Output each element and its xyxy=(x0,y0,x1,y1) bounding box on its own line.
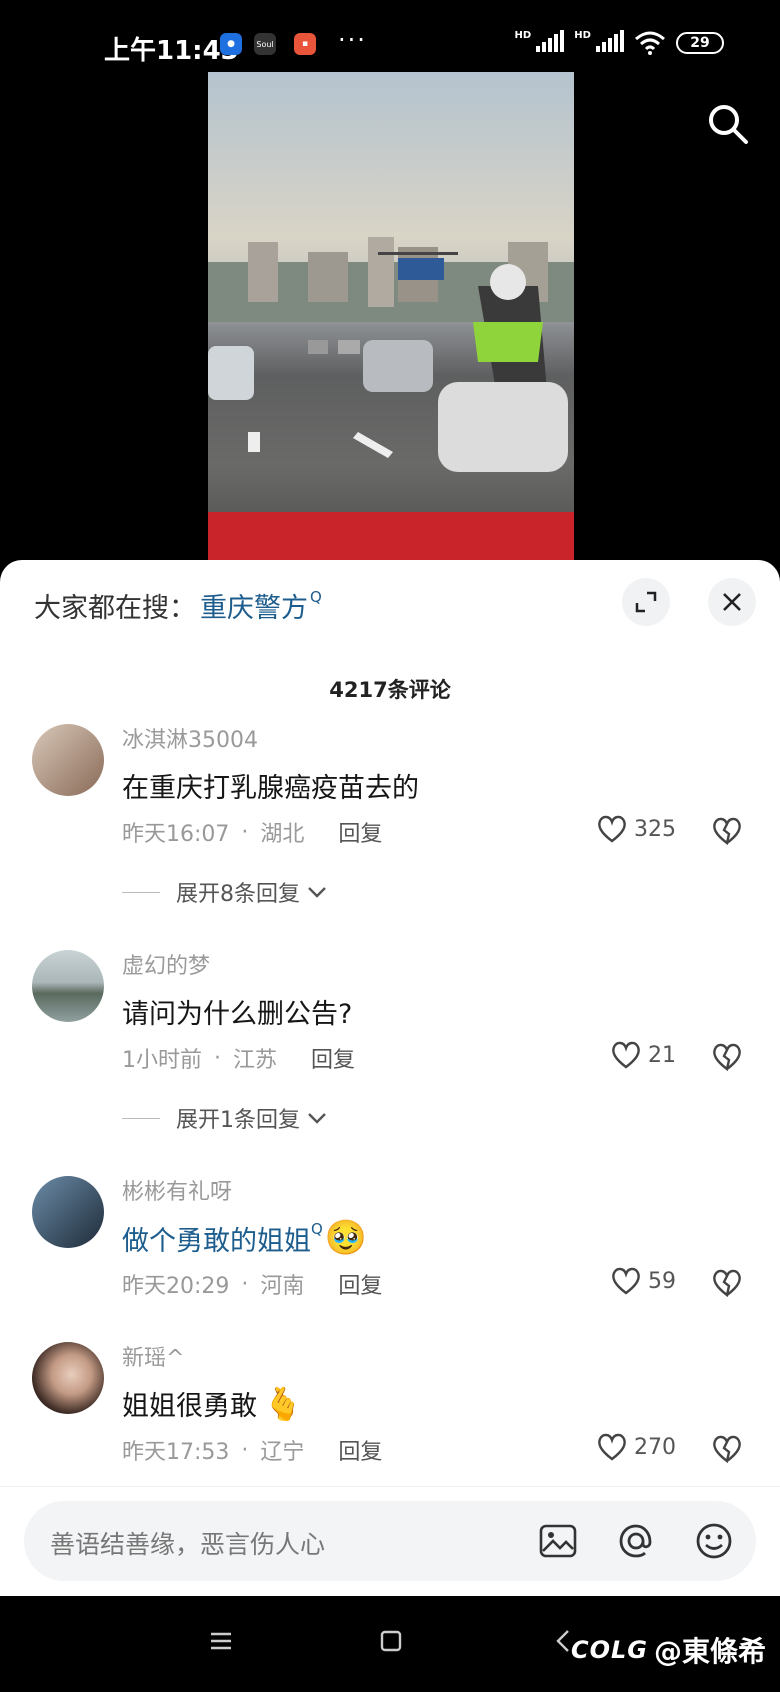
expand-replies-button[interactable]: 展开1条回复 xyxy=(122,1102,328,1134)
avatar[interactable] xyxy=(32,950,104,1022)
search-icon: Q xyxy=(311,1220,323,1238)
avatar[interactable] xyxy=(32,724,104,796)
comment-meta: 1小时前 · 江苏 回复 xyxy=(122,1042,355,1074)
comment-item: 虚幻的梦 请问为什么删公告? 1小时前 · 江苏 回复 21 展开1条回复 xyxy=(0,950,780,1160)
comment-text-label[interactable]: 姐姐很勇敢 xyxy=(122,1384,257,1423)
finger-heart-emoji-icon: 🫰 xyxy=(263,1384,303,1423)
like-button[interactable]: 270 xyxy=(596,1432,676,1462)
comment-location: 河南 xyxy=(260,1274,305,1299)
system-nav-bar: COLG @東條希 xyxy=(0,1596,780,1692)
reply-button[interactable]: 回复 xyxy=(311,1042,355,1074)
reply-button[interactable]: 回复 xyxy=(338,816,382,848)
expand-icon xyxy=(635,591,657,613)
comment-time: 1小时前 xyxy=(122,1048,202,1073)
like-count: 21 xyxy=(648,1042,676,1068)
comment-input-bar: 善语结善缘，恶言伤人心 xyxy=(0,1486,780,1596)
watermark: COLG @東條希 xyxy=(571,1630,766,1670)
video-frame[interactable] xyxy=(208,72,574,562)
comment-item: 冰淇淋35004 在重庆打乳腺癌疫苗去的 昨天16:07 · 湖北 回复 325… xyxy=(0,724,780,934)
comment-username[interactable]: 彬彬有礼呀 xyxy=(122,1174,232,1206)
expand-button[interactable] xyxy=(622,578,670,626)
comment-text[interactable]: 请问为什么删公告? xyxy=(122,992,352,1031)
battery-indicator: 29 xyxy=(676,32,724,54)
expand-replies-button[interactable]: 展开8条回复 xyxy=(122,876,328,908)
comment-sheet: 大家都在搜： 重庆警方 Q 4217条评论 冰淇淋35004 在重庆打乳腺癌疫苗… xyxy=(0,560,780,1596)
status-indicators: HD HD 29 xyxy=(514,30,724,56)
like-count: 270 xyxy=(634,1434,676,1460)
comment-meta: 昨天16:07 · 湖北 回复 xyxy=(122,816,382,848)
app-notification-icon: ● xyxy=(220,33,242,55)
comment-location: 湖北 xyxy=(260,822,305,847)
menu-icon[interactable] xyxy=(206,1626,236,1656)
hot-search-prefix: 大家都在搜： xyxy=(34,593,196,624)
close-button[interactable] xyxy=(708,578,756,626)
comment-meta: 昨天17:53 · 辽宁 回复 xyxy=(122,1434,382,1466)
at-icon[interactable] xyxy=(616,1521,656,1561)
comment-item: 彬彬有礼呀 做个勇敢的姐姐 Q 🥹 昨天20:29 · 河南 回复 59 xyxy=(0,1176,780,1326)
comment-item: 新瑶^ 姐姐很勇敢 🫰 昨天17:53 · 辽宁 回复 270 xyxy=(0,1342,780,1492)
comment-username[interactable]: 虚幻的梦 xyxy=(122,948,210,980)
search-icon[interactable] xyxy=(706,102,750,146)
wifi-icon xyxy=(635,31,665,55)
comment-location: 辽宁 xyxy=(260,1440,305,1465)
reply-button[interactable]: 回复 xyxy=(338,1268,382,1300)
heart-icon xyxy=(598,1433,626,1461)
status-bar: 上午11:43 ● Soul ▪ ··· HD HD 29 xyxy=(0,0,780,72)
comment-time: 昨天20:29 xyxy=(122,1274,230,1299)
comment-location: 江苏 xyxy=(233,1048,278,1073)
watermark-handle: @東條希 xyxy=(653,1635,766,1668)
heart-icon xyxy=(598,815,626,843)
like-button[interactable]: 325 xyxy=(596,814,676,844)
comment-time: 昨天16:07 xyxy=(122,822,230,847)
video-player[interactable] xyxy=(0,72,780,562)
hot-search-term-label[interactable]: 重庆警方 xyxy=(200,586,308,625)
comment-username[interactable]: 冰淇淋35004 xyxy=(122,722,258,754)
more-notifications-icon: ··· xyxy=(338,26,367,54)
search-icon: Q xyxy=(310,588,322,606)
video-scene xyxy=(208,237,574,562)
comment-username[interactable]: 新瑶^ xyxy=(122,1340,184,1372)
watermark-logo: COLG xyxy=(570,1636,648,1664)
image-icon[interactable] xyxy=(538,1521,578,1561)
comment-text[interactable]: 做个勇敢的姐姐 Q 🥹 xyxy=(122,1218,367,1258)
signal-icon: HD xyxy=(574,30,624,56)
avatar[interactable] xyxy=(32,1342,104,1414)
like-count: 325 xyxy=(634,816,676,842)
soul-app-icon: Soul xyxy=(254,33,276,55)
like-button[interactable]: 21 xyxy=(610,1040,676,1070)
home-icon[interactable] xyxy=(376,1626,406,1656)
reply-button[interactable]: 回复 xyxy=(338,1434,382,1466)
hot-search-term[interactable]: 重庆警方 Q xyxy=(200,586,322,625)
teary-eyes-emoji-icon: 🥹 xyxy=(324,1218,368,1258)
status-time: 上午11:43 xyxy=(104,36,239,66)
broken-heart-icon[interactable] xyxy=(710,1434,744,1464)
like-count: 59 xyxy=(648,1268,676,1294)
avatar[interactable] xyxy=(32,1176,104,1248)
comment-input[interactable]: 善语结善缘，恶言伤人心 xyxy=(24,1501,756,1581)
heart-icon xyxy=(612,1041,640,1069)
comment-meta: 昨天20:29 · 河南 回复 xyxy=(122,1268,382,1300)
expand-replies-label[interactable]: 展开8条回复 xyxy=(176,876,300,908)
close-icon xyxy=(723,593,741,611)
broken-heart-icon[interactable] xyxy=(710,1042,744,1072)
expand-replies-label[interactable]: 展开1条回复 xyxy=(176,1102,300,1134)
comment-input-placeholder[interactable]: 善语结善缘，恶言伤人心 xyxy=(50,1525,325,1561)
chevron-down-icon xyxy=(308,887,326,898)
heart-icon xyxy=(612,1267,640,1295)
hot-search-bar: 大家都在搜： 重庆警方 Q xyxy=(34,586,322,625)
comment-time: 昨天17:53 xyxy=(122,1440,230,1465)
app-notification-icon: ▪ xyxy=(294,33,316,55)
chevron-down-icon xyxy=(308,1113,326,1124)
broken-heart-icon[interactable] xyxy=(710,1268,744,1298)
comment-text-label[interactable]: 做个勇敢的姐姐 xyxy=(122,1219,311,1258)
emoji-icon[interactable] xyxy=(694,1521,734,1561)
comment-text[interactable]: 在重庆打乳腺癌疫苗去的 xyxy=(122,766,419,805)
comment-count: 4217条评论 xyxy=(329,678,451,702)
broken-heart-icon[interactable] xyxy=(710,816,744,846)
comment-text[interactable]: 姐姐很勇敢 🫰 xyxy=(122,1384,303,1423)
signal-icon: HD xyxy=(514,30,565,56)
like-button[interactable]: 59 xyxy=(610,1266,676,1296)
